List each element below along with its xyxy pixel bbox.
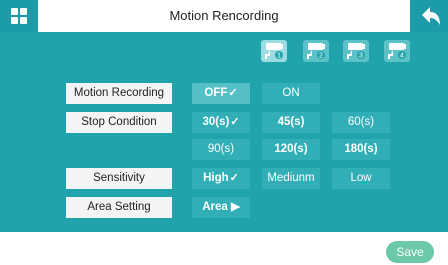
option-label: Mediunm — [267, 172, 315, 184]
camera-tab-2[interactable]: 2 — [303, 40, 329, 62]
option-label: Low — [350, 172, 372, 184]
stop-condition-180s-option[interactable]: 180(s) — [332, 139, 390, 160]
option-label: 120(s) — [274, 143, 308, 155]
save-button[interactable]: Save — [386, 241, 434, 263]
motion-recording-on-option[interactable]: ON — [262, 83, 320, 104]
checkmark-icon: ✓ — [228, 87, 238, 99]
camera-icon: 4 — [388, 43, 406, 60]
camera-badge: 2 — [319, 53, 323, 60]
camera-icon: 2 — [307, 43, 325, 60]
stop-condition-60s-option[interactable]: 60(s) — [332, 112, 390, 133]
option-label: ON — [282, 87, 300, 99]
settings-panel: 1 2 3 4 Motion Recording OFF✓ ON Stop Co… — [0, 32, 448, 232]
camera-tab-4[interactable]: 4 — [384, 40, 410, 62]
stop-condition-label: Stop Condition — [66, 112, 172, 133]
camera-icon: 1 — [265, 43, 283, 60]
option-label: 45(s) — [277, 116, 305, 128]
option-label: High — [203, 172, 229, 184]
back-button[interactable] — [410, 0, 448, 32]
option-label: 90(s) — [207, 143, 235, 155]
stop-condition-30s-option[interactable]: 30(s)✓ — [192, 112, 250, 133]
camera-badge: 1 — [277, 53, 281, 60]
checkmark-icon: ✓ — [229, 172, 239, 184]
camera-badge: 4 — [400, 53, 404, 60]
back-arrow-icon — [422, 7, 440, 25]
stop-condition-120s-option[interactable]: 120(s) — [262, 139, 320, 160]
home-button[interactable] — [0, 0, 38, 32]
page-title: Motion Rencording — [169, 8, 279, 23]
camera-tab-1[interactable]: 1 — [261, 40, 287, 62]
area-setting-label: Area Setting — [66, 197, 172, 218]
camera-tab-3[interactable]: 3 — [343, 40, 369, 62]
motion-recording-screen: Motion Rencording 1 2 3 4 Motion Recordi… — [0, 0, 448, 265]
sensitivity-high-option[interactable]: High✓ — [192, 168, 250, 189]
option-label: OFF — [204, 87, 228, 99]
sensitivity-medium-option[interactable]: Mediunm — [262, 168, 320, 189]
motion-recording-label: Motion Recording — [66, 83, 172, 104]
grid-icon — [11, 8, 27, 24]
camera-icon: 3 — [347, 43, 365, 60]
sensitivity-low-option[interactable]: Low — [332, 168, 390, 189]
camera-badge: 3 — [359, 53, 363, 60]
stop-condition-45s-option[interactable]: 45(s) — [262, 112, 320, 133]
area-setting-button[interactable]: Area ▶ — [192, 197, 250, 218]
motion-recording-off-option[interactable]: OFF✓ — [192, 83, 250, 104]
option-label: 180(s) — [344, 143, 378, 155]
checkmark-icon: ✓ — [230, 116, 240, 128]
sensitivity-label: Sensitivity — [66, 168, 172, 189]
title-bar: Motion Rencording — [0, 0, 448, 32]
option-label: 30(s) — [202, 116, 230, 128]
footer-bar: Save — [0, 232, 448, 265]
option-label: 60(s) — [347, 116, 375, 128]
stop-condition-90s-option[interactable]: 90(s) — [192, 139, 250, 160]
